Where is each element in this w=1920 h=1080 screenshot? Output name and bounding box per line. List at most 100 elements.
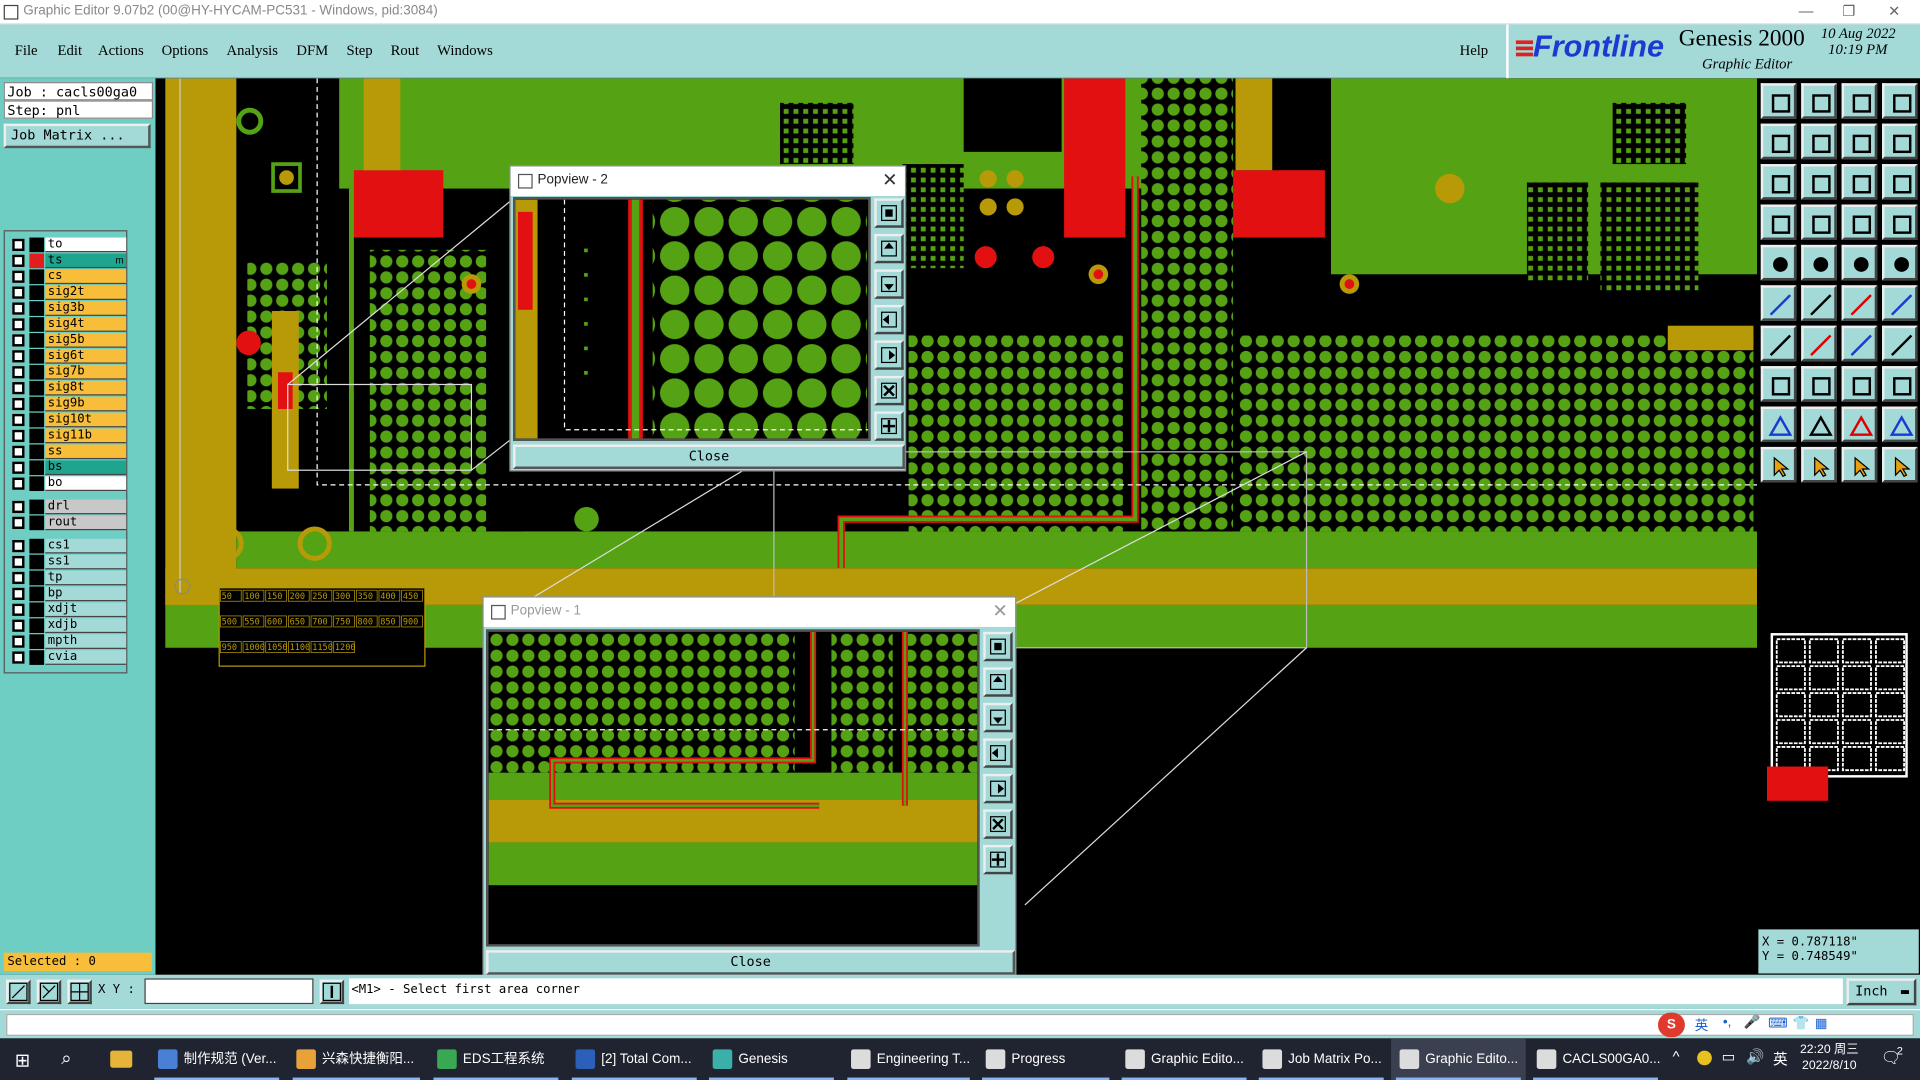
tool-grid-button[interactable] bbox=[1801, 204, 1837, 241]
menu-rout[interactable]: Rout bbox=[391, 42, 420, 60]
layer-color-swatch[interactable] bbox=[29, 538, 45, 554]
layer-color-swatch[interactable] bbox=[29, 364, 45, 380]
layer-name[interactable]: bo bbox=[45, 476, 127, 492]
layer-row-sig2t[interactable]: sig2t bbox=[9, 285, 127, 301]
layer-row-sig3b[interactable]: sig3b bbox=[9, 301, 127, 316]
zoom-out-button[interactable] bbox=[983, 844, 1013, 875]
tool-camera-button[interactable] bbox=[1760, 244, 1797, 281]
pan-right-button[interactable] bbox=[874, 340, 904, 370]
tool-help-button[interactable] bbox=[1882, 164, 1918, 200]
layer-name[interactable]: mpth bbox=[45, 634, 127, 649]
layer-color-swatch[interactable] bbox=[29, 650, 45, 665]
pan-up-button[interactable] bbox=[983, 667, 1013, 697]
unit-selector[interactable]: Inch ▬ bbox=[1846, 978, 1917, 1006]
popview-1-close-icon[interactable]: ✕ bbox=[992, 600, 1007, 622]
layer-checkbox[interactable] bbox=[12, 334, 25, 347]
measure-mode-button[interactable] bbox=[36, 979, 62, 1005]
layer-name[interactable]: sig3b bbox=[45, 301, 127, 316]
punctuation-icon[interactable]: •, bbox=[1723, 1015, 1731, 1030]
layer-name[interactable]: ts bbox=[45, 253, 127, 269]
toolbox-icon[interactable]: ▦ bbox=[1815, 1015, 1828, 1031]
layer-row-cs[interactable]: cs bbox=[9, 269, 127, 285]
menu-actions[interactable]: Actions bbox=[98, 42, 144, 60]
job-matrix-button[interactable]: Job Matrix ... bbox=[3, 123, 151, 149]
layer-name[interactable]: drl bbox=[45, 499, 127, 515]
layer-name[interactable]: ss1 bbox=[45, 554, 127, 570]
layer-name[interactable]: sig7b bbox=[45, 364, 127, 380]
layer-checkbox[interactable] bbox=[12, 254, 25, 267]
layer-row-xdjb[interactable]: xdjb bbox=[9, 618, 127, 634]
tool-home-button[interactable] bbox=[1760, 83, 1797, 119]
tool-pattern-button[interactable] bbox=[1841, 204, 1878, 241]
layer-name[interactable]: sig11b bbox=[45, 428, 127, 444]
layer-color-swatch[interactable] bbox=[29, 618, 45, 634]
layer-row-bo[interactable]: bo bbox=[9, 476, 127, 492]
layer-name[interactable]: xdjt bbox=[45, 602, 127, 618]
layer-color-swatch[interactable] bbox=[29, 515, 45, 531]
snap-mode-button[interactable] bbox=[6, 979, 31, 1005]
tool-dash-button[interactable] bbox=[1841, 244, 1878, 281]
tool-arc-cw-button[interactable] bbox=[1760, 325, 1797, 362]
tray-expand-icon[interactable]: ^ bbox=[1673, 1048, 1680, 1065]
popview-2-view[interactable] bbox=[513, 197, 871, 441]
tool-line-button[interactable] bbox=[1801, 325, 1837, 362]
layer-row-bs[interactable]: bs bbox=[9, 460, 127, 476]
tool-triangle4-button[interactable] bbox=[1882, 406, 1918, 443]
tool-layout-button[interactable] bbox=[1882, 83, 1918, 119]
zoom-in-button[interactable] bbox=[983, 809, 1013, 839]
menu-windows[interactable]: Windows bbox=[437, 42, 493, 60]
menu-dfm[interactable]: DFM bbox=[296, 42, 328, 60]
tool-hand-button[interactable] bbox=[1760, 204, 1797, 241]
layer-name[interactable]: xdjb bbox=[45, 618, 127, 634]
input-toggle-button[interactable] bbox=[319, 979, 345, 1005]
tool-shapes-button[interactable] bbox=[1882, 366, 1918, 402]
volume-icon[interactable]: 🔊 bbox=[1746, 1048, 1764, 1065]
layer-row-sig9b[interactable]: sig9b bbox=[9, 396, 127, 412]
taskbar-item[interactable]: 兴森快捷衡阳... bbox=[288, 1038, 425, 1080]
tool-lines-button[interactable] bbox=[1882, 123, 1918, 160]
zoom-out-button[interactable] bbox=[874, 411, 904, 441]
layer-row-sig4t[interactable]: sig4t bbox=[9, 317, 127, 332]
layer-row-sig8t[interactable]: sig8t bbox=[9, 380, 127, 396]
pan-down-button[interactable] bbox=[983, 702, 1013, 733]
taskbar-item[interactable]: Genesis bbox=[704, 1038, 839, 1080]
taskbar-item[interactable]: Engineering T... bbox=[842, 1038, 974, 1080]
tool-move-right-button[interactable] bbox=[1801, 123, 1837, 160]
layer-checkbox[interactable] bbox=[12, 366, 25, 379]
keyboard-icon[interactable]: ⌨ bbox=[1768, 1015, 1787, 1031]
tool-move-left-button[interactable] bbox=[1760, 123, 1797, 160]
layer-name[interactable]: rout bbox=[45, 515, 127, 531]
layer-checkbox[interactable] bbox=[12, 238, 25, 252]
tool-pointer2-button[interactable] bbox=[1801, 446, 1837, 483]
layer-color-swatch[interactable] bbox=[29, 634, 45, 649]
layer-color-swatch[interactable] bbox=[29, 317, 45, 332]
layer-row-drl[interactable]: drl bbox=[9, 499, 127, 515]
layer-name[interactable]: ss bbox=[45, 444, 127, 460]
layer-checkbox[interactable] bbox=[12, 635, 25, 648]
tool-snap-button[interactable] bbox=[1841, 123, 1878, 160]
pan-up-button[interactable] bbox=[874, 233, 904, 264]
tool-fan-button[interactable] bbox=[1882, 325, 1918, 362]
maximize-button[interactable]: ❐ bbox=[1831, 2, 1868, 19]
layer-row-sig5b[interactable]: sig5b bbox=[9, 333, 127, 348]
skin-icon[interactable]: 👕 bbox=[1793, 1015, 1810, 1031]
layer-checkbox[interactable] bbox=[12, 587, 25, 601]
layer-row-cs1[interactable]: cs1 bbox=[9, 538, 127, 554]
layer-checkbox[interactable] bbox=[12, 516, 25, 529]
system-clock[interactable]: 22:20 周三 2022/8/10 bbox=[1800, 1042, 1859, 1074]
tool-arc-button[interactable] bbox=[1841, 325, 1878, 362]
popview-1-view[interactable] bbox=[486, 629, 980, 947]
layer-color-swatch[interactable] bbox=[29, 396, 45, 412]
layer-checkbox[interactable] bbox=[12, 461, 25, 474]
layer-color-swatch[interactable] bbox=[29, 602, 45, 618]
ime-toolbar[interactable]: S 英 •, 🎤 ⌨ 👕 ▦ bbox=[1656, 1012, 1918, 1038]
layer-checkbox[interactable] bbox=[12, 429, 25, 443]
layer-checkbox[interactable] bbox=[12, 540, 25, 553]
popview-2-close-button[interactable]: Close bbox=[513, 444, 905, 469]
tool-dot-button[interactable] bbox=[1882, 244, 1918, 281]
layer-name[interactable]: cs bbox=[45, 269, 127, 285]
layer-name[interactable]: cvia bbox=[45, 650, 127, 665]
taskbar-item[interactable]: 制作规范 (Ver... bbox=[149, 1038, 284, 1080]
layer-checkbox[interactable] bbox=[12, 500, 25, 514]
layer-name[interactable]: sig8t bbox=[45, 380, 127, 396]
